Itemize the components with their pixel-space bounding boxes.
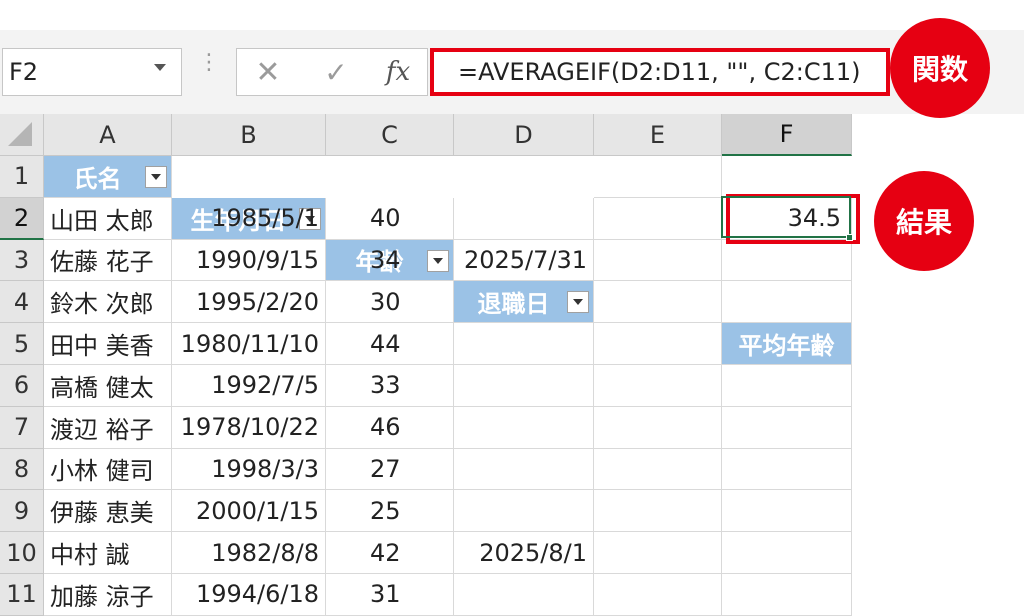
table-row-birthdate[interactable]: 1998/3/3 [172,448,326,491]
table-row-age[interactable]: 33 [326,365,454,407]
formula-input[interactable]: =AVERAGEIF(D2:D11, "", C2:C11) [430,48,890,96]
table-row-birthdate[interactable]: 1982/8/8 [172,532,326,574]
table-row-birthdate[interactable]: 2000/1/15 [172,490,326,533]
table-header-name[interactable]: 氏名 [44,156,172,198]
row-header-7[interactable]: 7 [0,406,44,449]
callout-result: 結果 [874,171,974,271]
table-row-name[interactable]: 渡辺 裕子 [44,406,172,449]
table-row-retirement[interactable]: 2025/7/31 [454,239,594,282]
table-row-age[interactable]: 42 [326,532,454,574]
table-row-retirement[interactable] [454,365,594,407]
cancel-icon[interactable]: ✕ [248,52,288,92]
table-row-cell-f[interactable] [722,406,852,449]
callout-function: 関数 [890,18,990,118]
column-header-a[interactable]: A [44,114,172,156]
column-header-b[interactable]: B [172,114,326,156]
select-all-corner[interactable] [0,114,44,156]
enter-check-icon[interactable]: ✓ [316,52,356,92]
table-row-cell-f[interactable] [722,281,852,324]
table-row-cell-e[interactable] [594,323,722,365]
table-row-cell-f[interactable] [722,448,852,491]
table-row-name[interactable]: 中村 誠 [44,532,172,574]
table-row-retirement[interactable] [454,406,594,449]
table-row-retirement[interactable] [454,574,594,616]
table-row-retirement[interactable] [454,490,594,533]
column-header-f[interactable]: F [722,114,852,156]
table-row-cell-e[interactable] [594,281,722,324]
table-row-cell-e[interactable] [594,406,722,449]
table-row-cell-e[interactable] [594,365,722,407]
table-row-cell-e[interactable] [594,239,722,282]
filter-dropdown-icon[interactable] [145,166,167,188]
table-row-age[interactable]: 25 [326,490,454,533]
row-header-9[interactable]: 9 [0,490,44,533]
table-row-retirement[interactable]: 2025/8/1 [454,532,594,574]
formula-text: =AVERAGEIF(D2:D11, "", C2:C11) [458,58,861,86]
table-row-cell-e[interactable] [594,490,722,533]
table-row-name[interactable]: 高橋 健太 [44,365,172,407]
table-row-name[interactable]: 伊藤 恵美 [44,490,172,533]
table-row-retirement[interactable] [454,448,594,491]
table-row-name[interactable]: 鈴木 次郎 [44,281,172,324]
table-row-cell-f[interactable] [722,574,852,616]
table-row-cell-f[interactable] [722,490,852,533]
fill-handle[interactable] [846,234,853,241]
table-row-birthdate[interactable]: 1978/10/22 [172,406,326,449]
table-row-cell-f[interactable] [722,365,852,407]
row-header-5[interactable]: 5 [0,323,44,365]
cell-e1[interactable] [594,156,722,198]
table-row-cell-f[interactable] [722,323,852,365]
row-header-11[interactable]: 11 [0,574,44,616]
table-row-age[interactable]: 40 [326,197,454,240]
row-header-10[interactable]: 10 [0,532,44,574]
table-row-cell-e[interactable] [594,448,722,491]
table-row-cell-f[interactable] [722,532,852,574]
row-header-8[interactable]: 8 [0,448,44,491]
drag-handle-icon[interactable]: ⋮ [198,52,220,88]
table-row-name[interactable]: 田中 美香 [44,323,172,365]
column-header-c[interactable]: C [326,114,454,156]
select-all-triangle-icon [8,122,32,146]
active-cell-selection [721,196,851,238]
table-row-birthdate[interactable]: 1994/6/18 [172,574,326,616]
table-row-cell-f[interactable] [722,239,852,282]
chevron-down-icon[interactable] [154,64,166,71]
table-row-age[interactable]: 30 [326,281,454,324]
column-header-e[interactable]: E [594,114,722,156]
table-row-birthdate[interactable]: 1995/2/20 [172,281,326,324]
row-header-3[interactable]: 3 [0,239,44,282]
table-row-cell-e[interactable] [594,532,722,574]
column-header-d[interactable]: D [454,114,594,156]
table-row-cell-e[interactable] [594,574,722,616]
table-row-birthdate[interactable]: 1992/7/5 [172,365,326,407]
header-name-label: 氏名 [73,164,122,193]
table-row-age[interactable]: 31 [326,574,454,616]
insert-function-icon[interactable]: fx [378,52,418,92]
table-row-birthdate[interactable]: 1985/5/1 [172,197,326,240]
table-row-name[interactable]: 佐藤 花子 [44,239,172,282]
table-row-birthdate[interactable]: 1990/9/15 [172,239,326,282]
table-row-name[interactable]: 小林 健司 [44,448,172,491]
table-row-retirement[interactable] [454,197,594,240]
table-row-retirement[interactable] [454,323,594,365]
table-row-birthdate[interactable]: 1980/11/10 [172,323,326,365]
table-row-cell-e[interactable] [594,197,722,240]
table-row-name[interactable]: 山田 太郎 [44,197,172,240]
row-header-2[interactable]: 2 [0,197,44,240]
table-row-age[interactable]: 44 [326,323,454,365]
table-row-age[interactable]: 46 [326,406,454,449]
spreadsheet-grid: A B C D E F 1 2 3 4 5 6 7 8 9 10 11 氏名 生年月日 年齢 退職日 平均年齢 山田 太郎 1… [0,114,902,616]
row-header-1[interactable]: 1 [0,156,44,198]
row-header-6[interactable]: 6 [0,365,44,407]
table-row-name[interactable]: 加藤 涼子 [44,574,172,616]
table-row-age[interactable]: 27 [326,448,454,491]
table-row-retirement[interactable] [454,281,594,324]
row-header-4[interactable]: 4 [0,281,44,324]
table-row-age[interactable]: 34 [326,239,454,282]
name-box-value: F2 [9,58,39,86]
name-box[interactable]: F2 [2,48,182,96]
